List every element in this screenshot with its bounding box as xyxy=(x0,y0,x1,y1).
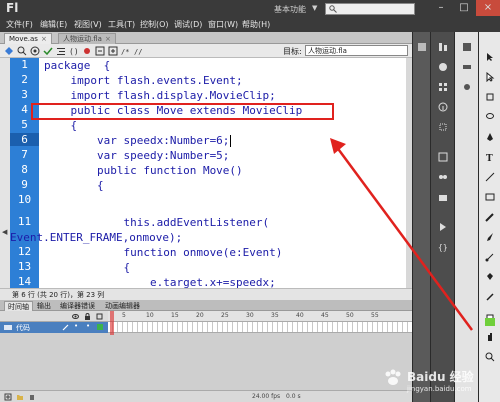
paw-icon xyxy=(385,369,401,385)
annotation-arrow xyxy=(330,138,474,331)
watermark: Baidu 经验 jingyan.baidu.com xyxy=(377,364,497,398)
watermark-name: Baidu 经验 xyxy=(407,370,474,384)
watermark-url: jingyan.baidu.com xyxy=(407,385,472,393)
